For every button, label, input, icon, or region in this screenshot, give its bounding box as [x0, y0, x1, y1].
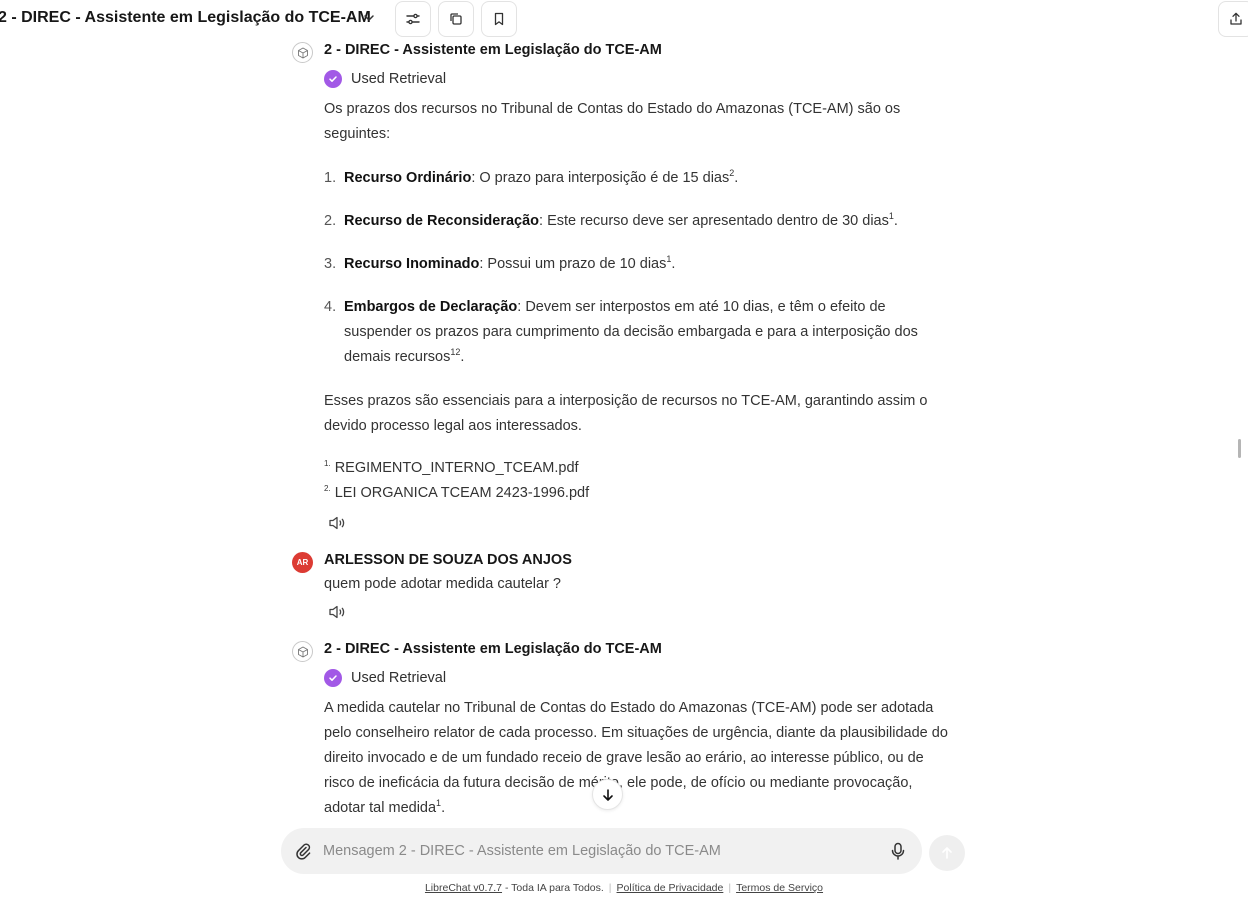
answer-intro: Os prazos dos recursos no Tribunal de Co… [324, 101, 901, 142]
footer-tagline: - Toda IA para Todos. [502, 882, 604, 894]
answer-text: A medida cautelar no Tribunal de Contas … [324, 700, 948, 816]
tool-status-label: Used Retrieval [351, 71, 447, 87]
tool-status[interactable]: Used Retrieval [324, 668, 446, 688]
citation-item[interactable]: 2. LEI ORGANICA TCEAM 2423-1996.pdf [324, 485, 589, 501]
message-input[interactable] [323, 840, 873, 862]
list-item: 3. Recurso Inominado: Possui um prazo de … [324, 254, 676, 272]
share-icon [1230, 12, 1242, 25]
version-link[interactable]: LibreChat v0.7.7 [425, 882, 502, 894]
footer: LibreChat v0.7.7 - Toda IA para Todos. | P… [0, 882, 1248, 894]
deadlines-list: 1. Recurso Ordinário: O prazo para interp… [324, 166, 949, 388]
scroll-to-bottom-button[interactable] [592, 779, 623, 810]
bookmark-button[interactable] [481, 1, 517, 37]
sender-name: ARLESSON DE SOUZA DOS ANJOS [324, 552, 572, 568]
sender-name: 2 - DIREC - Assistente em Legislação do … [324, 42, 662, 58]
arrow-down-icon [602, 788, 613, 801]
user-avatar: AR [292, 552, 313, 573]
list-item: 1. Recurso Ordinário: O prazo para interp… [324, 168, 739, 186]
microphone-icon[interactable] [888, 841, 908, 861]
copy-conversation-button[interactable] [438, 1, 474, 37]
privacy-link[interactable]: Política de Privacidade [617, 882, 724, 894]
check-circle-icon [324, 70, 342, 88]
user-message-text: quem pode adotar medida cautelar ? [324, 576, 561, 592]
citation-ref[interactable]: 12 [450, 347, 460, 357]
share-button[interactable] [1218, 1, 1248, 37]
copy-icon [450, 13, 462, 25]
send-button[interactable] [929, 835, 965, 871]
bot-avatar [292, 641, 313, 662]
model-selector-label[interactable]: 2 - DIREC - Assistente em Legislação do … [0, 9, 371, 27]
tool-status[interactable]: Used Retrieval [324, 69, 446, 89]
speaker-icon[interactable] [328, 515, 346, 531]
cube-icon [297, 47, 308, 58]
tool-status-label: Used Retrieval [351, 670, 447, 686]
bot-avatar [292, 42, 313, 63]
list-item: 4. Embargos de Declaração: Devem ser inte… [324, 299, 918, 365]
bookmark-icon [494, 12, 504, 26]
composer [281, 828, 922, 874]
scrollbar-thumb[interactable] [1238, 439, 1241, 458]
answer-outro: Esses prazos são essenciais para a inter… [324, 393, 928, 434]
terms-link[interactable]: Termos de Serviço [736, 882, 823, 894]
sliders-icon [406, 13, 420, 25]
paperclip-icon[interactable] [293, 841, 313, 861]
footer-divider: | [728, 882, 732, 894]
arrow-up-icon [942, 847, 952, 859]
citation-item[interactable]: 1. REGIMENTO_INTERNO_TCEAM.pdf [324, 460, 579, 476]
top-bar: 2 - DIREC - Assistente em Legislação do … [0, 0, 1248, 38]
speaker-icon[interactable] [328, 604, 346, 620]
footer-divider: | [608, 882, 612, 894]
presets-button[interactable] [395, 1, 431, 37]
sender-name: 2 - DIREC - Assistente em Legislação do … [324, 641, 662, 657]
chevron-down-icon[interactable] [361, 10, 377, 26]
list-item: 2. Recurso de Reconsideração: Este recurs… [324, 211, 898, 229]
check-circle-icon [324, 669, 342, 687]
cube-icon [297, 646, 308, 657]
